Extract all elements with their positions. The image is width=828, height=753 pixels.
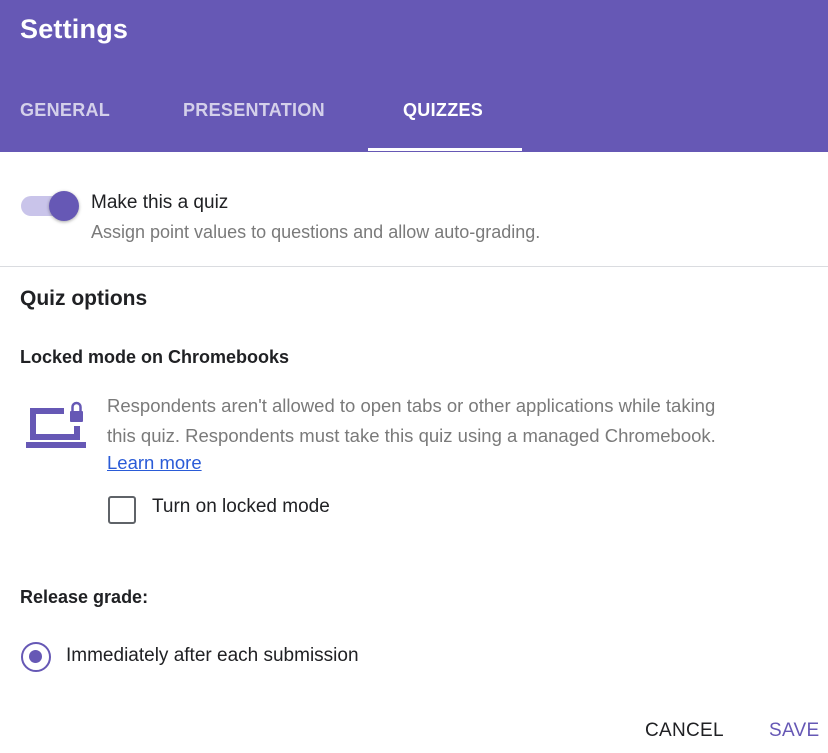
cancel-button[interactable]: CANCEL [645,720,724,742]
release-grade-title: Release grade: [20,587,149,607]
tab-presentation[interactable]: PRESENTATION [183,100,325,121]
make-quiz-label: Make this a quiz [91,192,229,213]
quiz-options-title: Quiz options [20,287,148,310]
locked-mode-description-line2: this quiz. Respondents must take this qu… [107,425,716,446]
radio-selected-dot [29,650,42,663]
locked-mode-description: Respondents aren't allowed to open tabs … [107,391,807,451]
section-divider [0,266,828,267]
locked-mode-checkbox[interactable] [108,496,136,524]
dialog-title: Settings [20,14,129,44]
tab-general[interactable]: GENERAL [20,100,110,121]
locked-mode-heading: Locked mode on Chromebooks [20,347,290,367]
dialog-header: Settings GENERAL PRESENTATION QUIZZES [0,0,828,152]
make-quiz-toggle[interactable] [21,190,79,221]
locked-mode-checkbox-label: Turn on locked mode [152,496,330,517]
settings-dialog: Settings GENERAL PRESENTATION QUIZZES Ma… [0,0,828,753]
laptop-lock-icon [26,401,86,448]
active-tab-indicator [368,148,522,151]
release-immediately-radio[interactable] [21,642,51,672]
locked-mode-description-line1: Respondents aren't allowed to open tabs … [107,395,716,416]
release-immediately-label: Immediately after each submission [66,645,359,666]
save-button[interactable]: SAVE [769,720,819,742]
toggle-thumb [49,191,79,221]
tab-quizzes[interactable]: QUIZZES [403,100,483,121]
learn-more-link[interactable]: Learn more [107,451,202,475]
make-quiz-description: Assign point values to questions and all… [91,222,541,242]
